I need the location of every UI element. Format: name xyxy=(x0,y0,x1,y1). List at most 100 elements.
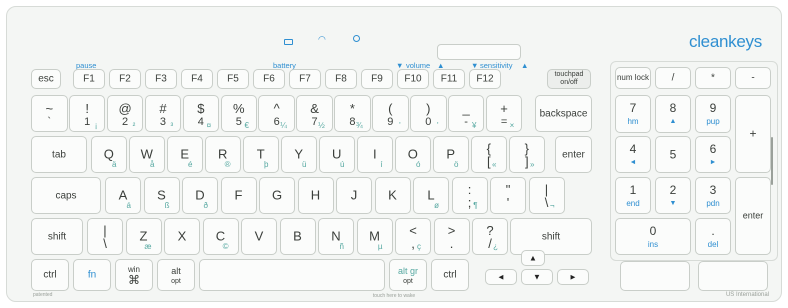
win-cmd-key[interactable]: win ⌘ xyxy=(115,259,153,291)
f10-key[interactable]: F10 xyxy=(397,69,429,89)
bottom-key-4[interactable]: V xyxy=(241,218,277,255)
tab-key[interactable]: tab xyxy=(31,136,87,173)
home-key-5[interactable]: H xyxy=(297,177,334,214)
numpad-dot-key[interactable]: . del xyxy=(695,218,731,255)
home-key-6[interactable]: J xyxy=(336,177,372,214)
numpad-3-key[interactable]: 3 pdn xyxy=(695,177,731,214)
bottom-key-1[interactable]: Zæ xyxy=(125,218,162,255)
arrow-down-key[interactable]: ▼ xyxy=(521,269,553,285)
f9-key[interactable]: F9 xyxy=(361,69,393,89)
home-key-7[interactable]: K xyxy=(374,177,411,214)
numpad-slash-key[interactable]: / xyxy=(655,67,691,89)
number-key-10[interactable]: ) 0 ' xyxy=(410,95,447,132)
qwerty-key-1[interactable]: Wå xyxy=(129,136,165,173)
number-key-2[interactable]: @2 ² xyxy=(106,95,144,132)
bottom-key-8[interactable]: <, ç xyxy=(395,218,431,255)
wake-touch-area[interactable] xyxy=(437,44,521,60)
qwerty-key-11[interactable]: }]» xyxy=(509,136,545,173)
home-key-10[interactable]: " ' xyxy=(490,177,526,214)
home-key-3[interactable]: F xyxy=(220,177,257,214)
bottom-key-10[interactable]: ? / ¿ xyxy=(472,218,508,255)
qwerty-key-4[interactable]: Tþ xyxy=(243,136,279,173)
right-ctrl-key[interactable]: ctrl xyxy=(431,259,469,291)
qwerty-key-5[interactable]: Yü xyxy=(281,136,317,173)
bottom-key-3[interactable]: C © xyxy=(202,218,239,255)
f12-key[interactable]: F12 xyxy=(469,69,501,89)
numpad-7-key[interactable]: 7 hm xyxy=(615,95,651,133)
f2-key[interactable]: F2 xyxy=(109,69,141,89)
qwerty-key-6[interactable]: Uú xyxy=(319,136,355,173)
number-key-1[interactable]: ! 1 ¡ xyxy=(68,95,106,132)
qwerty-key-2[interactable]: Eé xyxy=(167,136,203,173)
bottom-key-0[interactable]: | \ xyxy=(87,218,123,255)
arrow-up-key[interactable]: ▲ xyxy=(521,250,545,266)
numpad-plus-key[interactable]: + xyxy=(735,95,771,173)
numpad-8-key[interactable]: 8 ▲ xyxy=(655,95,691,133)
number-key-0[interactable]: ~ ` xyxy=(31,95,68,132)
esc-key[interactable]: esc xyxy=(31,69,61,89)
f5-key[interactable]: F5 xyxy=(217,69,249,89)
f1-key[interactable]: F1 xyxy=(73,69,105,89)
qwerty-key-7[interactable]: Ií xyxy=(357,136,393,173)
numpad-1-key[interactable]: 1 end xyxy=(615,177,651,214)
number-key-8[interactable]: * 8 ¾ xyxy=(334,95,371,132)
numpad-enter-key[interactable]: enter xyxy=(735,177,771,255)
number-key-10-bottom: 0 xyxy=(425,116,432,128)
numpad-6-key[interactable]: 6 ► xyxy=(695,136,731,173)
home-key-11[interactable]: | \ ¬ xyxy=(528,177,565,214)
f8-key[interactable]: F8 xyxy=(325,69,357,89)
qwerty-key-9[interactable]: Pö xyxy=(433,136,469,173)
arrow-left-key[interactable]: ◄ xyxy=(485,269,517,285)
enter-key[interactable]: enter xyxy=(555,136,592,173)
f4-key[interactable]: F4 xyxy=(181,69,213,89)
numpad-4-key[interactable]: 4 ◄ xyxy=(615,136,651,173)
numpad-2-key[interactable]: 2 ▼ xyxy=(655,177,691,214)
numpad-5-key[interactable]: 5 xyxy=(655,136,691,173)
home-key-2[interactable]: Dð xyxy=(182,177,218,214)
f3-key[interactable]: F3 xyxy=(145,69,177,89)
home-key-0[interactable]: Aá xyxy=(105,177,141,214)
numpad-9-key[interactable]: 9 pup xyxy=(695,95,731,133)
number-key-6[interactable]: ^ 6 ¼ xyxy=(258,95,295,132)
backspace-key[interactable]: backspace xyxy=(535,95,592,132)
home-key-4[interactable]: G xyxy=(259,177,295,214)
home-key-1[interactable]: Sß xyxy=(143,177,180,214)
home-key-8[interactable]: Lø xyxy=(413,177,449,214)
number-key-7[interactable]: & 7 ½ xyxy=(296,95,333,132)
home-key-9[interactable]: :; ¶ xyxy=(451,177,488,214)
number-key-4[interactable]: $4 ¤ xyxy=(182,95,220,132)
number-key-5[interactable]: % 5 € xyxy=(220,95,257,132)
f7-key[interactable]: F7 xyxy=(289,69,321,89)
numlock-key[interactable]: num lock xyxy=(615,67,651,89)
right-shift-key[interactable]: shift xyxy=(510,218,592,255)
left-ctrl-key[interactable]: ctrl xyxy=(31,259,69,291)
numpad-minus-key[interactable]: - xyxy=(735,67,771,89)
bottom-key-6[interactable]: Nñ xyxy=(318,218,354,255)
bottom-key-5[interactable]: B xyxy=(279,218,316,255)
qwerty-key-8[interactable]: Oó xyxy=(395,136,431,173)
qwerty-key-0[interactable]: Qä xyxy=(91,136,127,173)
space-bar[interactable] xyxy=(199,259,385,291)
f11-key[interactable]: F11 xyxy=(433,69,465,89)
number-key-12[interactable]: + = × xyxy=(485,95,523,132)
qwerty-key-10[interactable]: {[« xyxy=(471,136,507,173)
number-key-3[interactable]: #3 ³ xyxy=(144,95,182,132)
left-shift-key[interactable]: shift xyxy=(31,218,83,255)
numpad-0-key[interactable]: 0 ins xyxy=(615,218,691,255)
bottom-key-7[interactable]: Mµ xyxy=(356,218,393,255)
bottom-key-2[interactable]: X xyxy=(164,218,200,255)
caps-lock-key[interactable]: caps xyxy=(31,177,101,214)
touchpad-right-button[interactable] xyxy=(698,261,768,291)
touchpad-toggle-key[interactable]: touchpad on/off xyxy=(547,69,591,89)
fn-key[interactable]: fn xyxy=(73,259,111,291)
left-alt-key[interactable]: alt opt xyxy=(157,259,195,291)
arrow-right-key[interactable]: ► xyxy=(557,269,589,285)
f6-key[interactable]: F6 xyxy=(253,69,285,89)
number-key-9[interactable]: (9 ' xyxy=(372,95,409,132)
bottom-key-9[interactable]: >. xyxy=(433,218,470,255)
qwerty-key-3[interactable]: R ® xyxy=(205,136,241,173)
alt-gr-key[interactable]: alt gr opt xyxy=(389,259,427,291)
touchpad-left-button[interactable] xyxy=(620,261,690,291)
numpad-star-key[interactable]: * xyxy=(695,67,731,89)
number-key-11[interactable]: _ - ¥ xyxy=(447,95,485,132)
